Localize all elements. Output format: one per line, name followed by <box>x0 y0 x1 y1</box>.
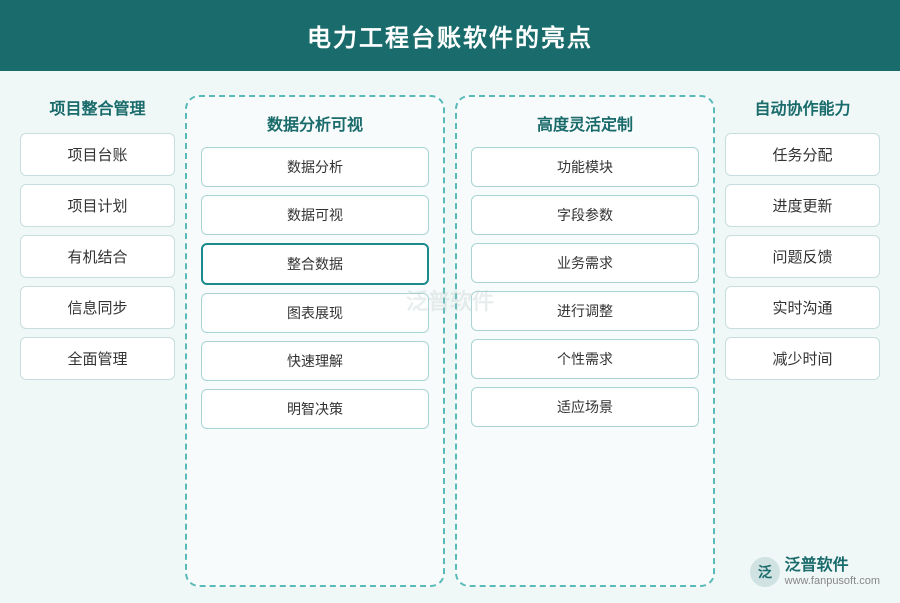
middle-right-item-1: 字段参数 <box>471 195 699 235</box>
brand-url: www.fanpusoft.com <box>785 575 880 588</box>
brand-icon: 泛 <box>749 556 781 588</box>
right-item-1: 进度更新 <box>725 184 880 227</box>
middle-wrapper: 数据分析可视 数据分析 数据可视 整合数据 图表展现 快速理解 明智决策 高度灵… <box>185 95 715 587</box>
right-item-0: 任务分配 <box>725 133 880 176</box>
header-title: 电力工程台账软件的亮点 <box>307 25 593 52</box>
left-section: 项目整合管理 项目台账 项目计划 有机结合 信息同步 全面管理 <box>20 95 175 587</box>
middle-left-item-2: 整合数据 <box>201 243 429 285</box>
left-section-title: 项目整合管理 <box>20 95 175 119</box>
middle-left-item-5: 明智决策 <box>201 389 429 429</box>
left-item-0: 项目台账 <box>20 133 175 176</box>
left-item-4: 全面管理 <box>20 337 175 380</box>
brand-name: 泛普软件 <box>785 556 880 575</box>
right-item-3: 实时沟通 <box>725 286 880 329</box>
middle-right-item-0: 功能模块 <box>471 147 699 187</box>
right-item-4: 减少时间 <box>725 337 880 380</box>
middle-right-item-4: 个性需求 <box>471 339 699 379</box>
left-item-3: 信息同步 <box>20 286 175 329</box>
middle-left-item-1: 数据可视 <box>201 195 429 235</box>
header: 电力工程台账软件的亮点 <box>0 0 900 71</box>
middle-right-item-3: 进行调整 <box>471 291 699 331</box>
main-content: 项目整合管理 项目台账 项目计划 有机结合 信息同步 全面管理 数据分析可视 数… <box>0 71 900 603</box>
left-item-1: 项目计划 <box>20 184 175 227</box>
right-item-2: 问题反馈 <box>725 235 880 278</box>
right-section: 自动协作能力 任务分配 进度更新 问题反馈 实时沟通 减少时间 <box>725 95 880 587</box>
right-section-title: 自动协作能力 <box>725 95 880 119</box>
middle-right-item-5: 适应场景 <box>471 387 699 427</box>
middle-right-section: 高度灵活定制 功能模块 字段参数 业务需求 进行调整 个性需求 适应场景 <box>455 95 715 587</box>
left-item-2: 有机结合 <box>20 235 175 278</box>
middle-left-item-4: 快速理解 <box>201 341 429 381</box>
middle-left-title: 数据分析可视 <box>201 111 429 135</box>
middle-right-item-2: 业务需求 <box>471 243 699 283</box>
middle-right-title: 高度灵活定制 <box>471 111 699 135</box>
middle-left-item-3: 图表展现 <box>201 293 429 333</box>
middle-left-item-0: 数据分析 <box>201 147 429 187</box>
middle-left-section: 数据分析可视 数据分析 数据可视 整合数据 图表展现 快速理解 明智决策 <box>185 95 445 587</box>
svg-text:泛: 泛 <box>758 564 772 580</box>
footer-logo: 泛 泛普软件 www.fanpusoft.com <box>749 556 880 588</box>
footer-logo-text: 泛普软件 www.fanpusoft.com <box>785 556 880 588</box>
